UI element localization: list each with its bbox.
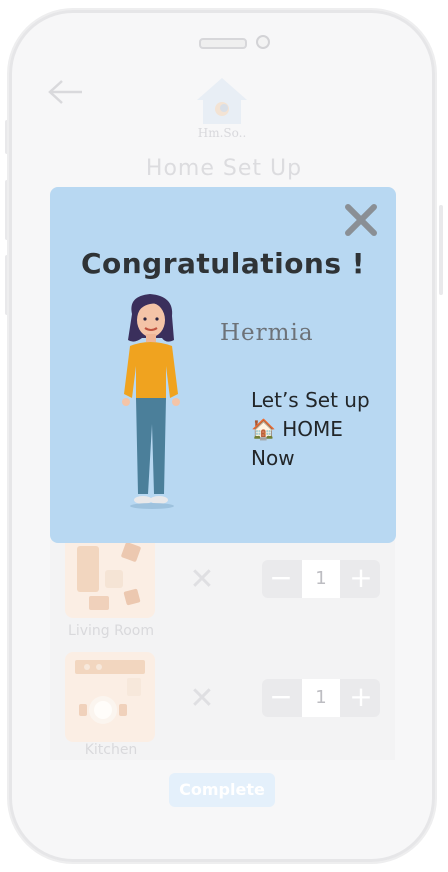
house-logo-icon <box>197 78 247 124</box>
room-label: Kitchen <box>84 742 138 758</box>
increment-button[interactable]: + <box>342 560 380 598</box>
room-label: Living Room <box>68 623 154 639</box>
logo-text: Hm.So.. <box>197 126 247 140</box>
quantity-value[interactable]: 1 <box>302 560 340 598</box>
congratulations-modal: Congratulations ! Hermia Let’s Set up 🏠 … <box>50 187 396 543</box>
living-room-image <box>65 540 155 618</box>
remove-room-icon[interactable]: ✕ <box>188 565 216 595</box>
decrement-button[interactable]: − <box>262 679 300 717</box>
page-title: Home Set Up <box>145 156 303 181</box>
close-icon[interactable] <box>344 203 378 237</box>
decrement-button[interactable]: − <box>262 560 300 598</box>
kitchen-image <box>65 652 155 742</box>
phone-speaker <box>199 38 247 49</box>
setup-message: Let’s Set up 🏠 HOME Now <box>251 386 391 473</box>
quantity-value[interactable]: 1 <box>302 679 340 717</box>
message-line: 🏠 HOME <box>251 417 343 441</box>
modal-title: Congratulations ! <box>80 247 366 280</box>
quantity-stepper: − 1 + <box>262 560 380 598</box>
back-arrow-icon[interactable] <box>48 78 84 106</box>
app-logo: Hm.So.. <box>193 76 251 146</box>
woman-illustration <box>112 294 192 524</box>
increment-button[interactable]: + <box>342 679 380 717</box>
user-name: Hermia <box>220 320 314 346</box>
message-line: Let’s Set up <box>251 388 370 412</box>
message-line: Now <box>251 446 295 470</box>
complete-button[interactable]: Complete <box>169 773 275 807</box>
phone-camera <box>256 35 270 49</box>
phone-side-button <box>439 205 443 295</box>
remove-room-icon[interactable]: ✕ <box>188 684 216 714</box>
quantity-stepper: − 1 + <box>262 679 380 717</box>
